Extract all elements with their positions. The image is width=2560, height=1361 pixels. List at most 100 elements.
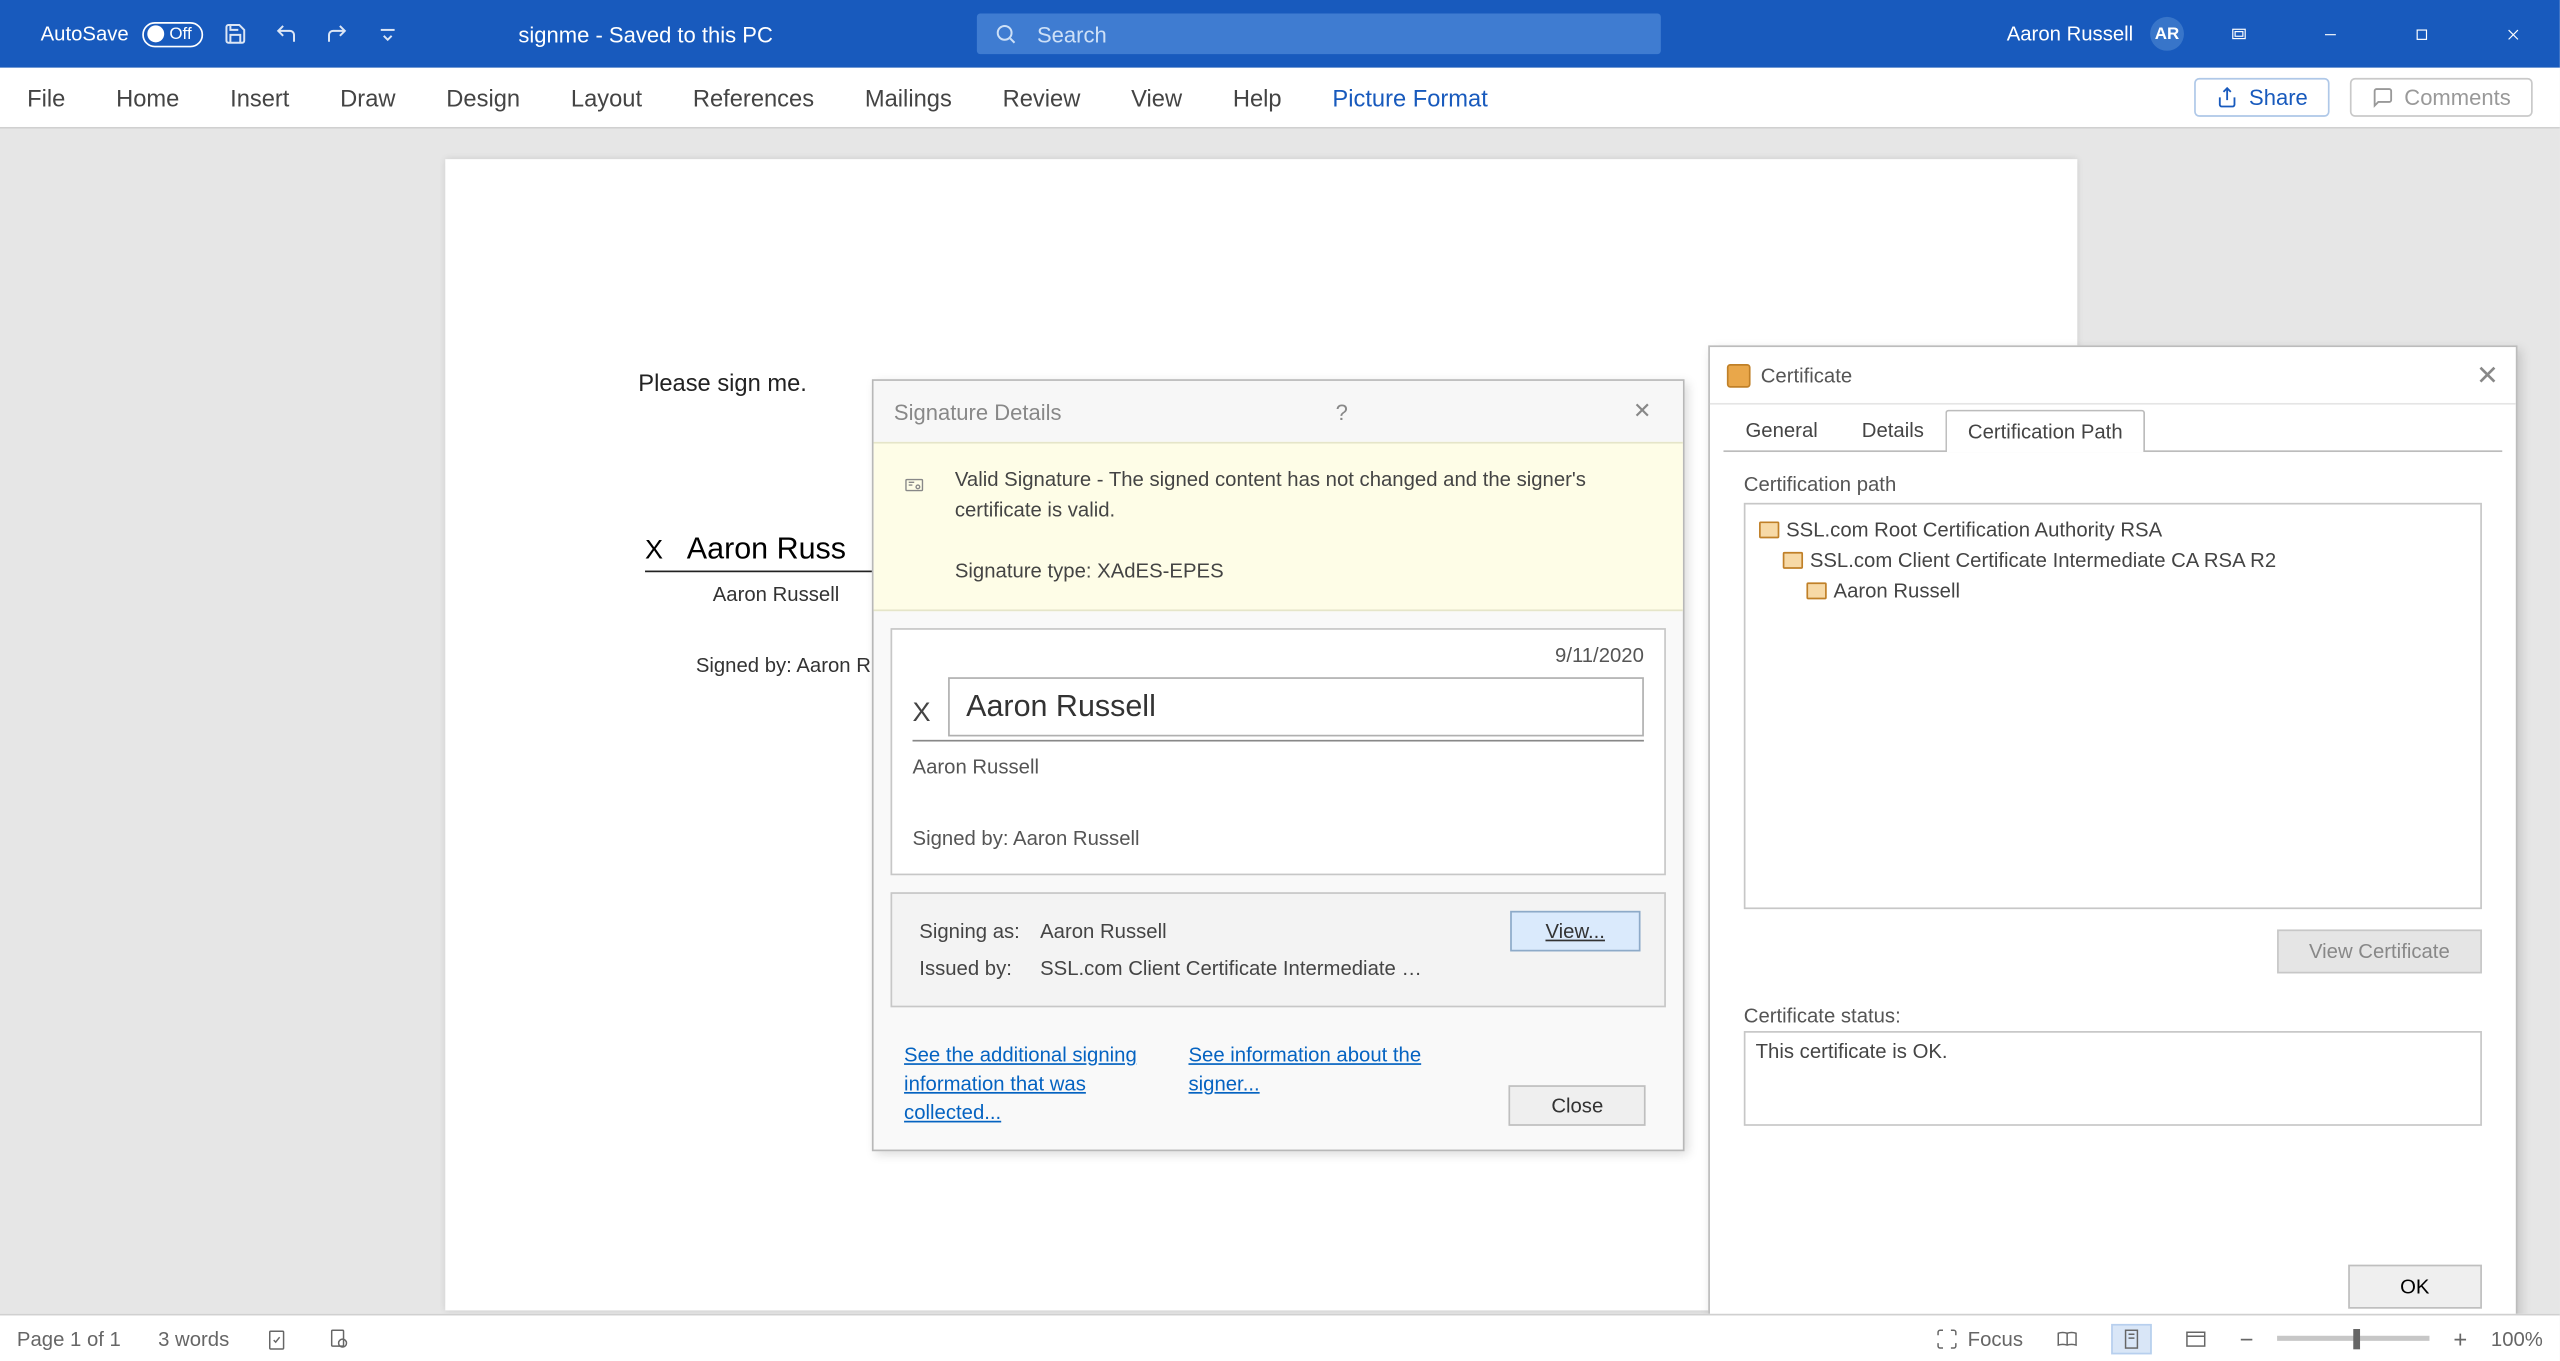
share-label: Share [2249,85,2308,110]
certificate-dialog: Certificate ✕ General Details Certificat… [1708,345,2517,1337]
tab-design[interactable]: Design [446,84,520,111]
valid-signature-text: Valid Signature - The signed content has… [955,464,1653,525]
tab-file[interactable]: File [27,84,65,111]
certificate-node-icon [1783,552,1803,569]
valid-signature-banner: Valid Signature - The signed content has… [874,442,1683,611]
save-icon[interactable] [217,15,254,52]
tab-references[interactable]: References [693,84,814,111]
tab-mailings[interactable]: Mailings [865,84,952,111]
tab-review[interactable]: Review [1003,84,1081,111]
signature-name: Aaron Russ [687,532,846,568]
signature-printed-name: Aaron Russell [913,755,1644,779]
certificate-node-icon [1759,521,1779,538]
ribbon-display-options-icon[interactable] [2201,10,2275,57]
status-page[interactable]: Page 1 of 1 [17,1326,121,1350]
cert-tab-details[interactable]: Details [1840,408,1946,450]
dialog-help-icon[interactable]: ? [1321,399,1362,424]
dialog-close-icon[interactable]: ✕ [2476,358,2499,392]
tab-picture-format[interactable]: Picture Format [1332,84,1487,111]
print-layout-icon[interactable] [2111,1323,2152,1353]
signing-info-box: Signing as: Aaron Russell Issued by: SSL… [891,892,1666,1007]
comments-label: Comments [2404,85,2510,110]
tree-item-root[interactable]: SSL.com Root Certification Authority RSA [1759,515,2467,545]
signature-x-mark: X [645,537,663,567]
read-mode-icon[interactable] [2047,1323,2088,1353]
account-name[interactable]: Aaron Russell [2007,22,2133,46]
signature-valid-icon [901,474,928,504]
tree-item-leaf[interactable]: Aaron Russell [1806,576,2466,606]
status-bar: Page 1 of 1 3 words Focus − + 100% [0,1314,2560,1361]
redo-icon[interactable] [319,15,356,52]
maximize-icon[interactable] [2384,10,2458,57]
document-title: signme - Saved to this PC [518,21,772,46]
signature-date: 9/11/2020 [913,643,1644,667]
search-input[interactable]: Search [976,14,1660,55]
signing-as-label: Signing as: [919,914,1036,948]
certification-path-label: Certification path [1744,472,2482,496]
tab-home[interactable]: Home [116,84,179,111]
tree-item-intermediate[interactable]: SSL.com Client Certificate Intermediate … [1783,545,2467,575]
signature-underline [913,740,1644,742]
share-button[interactable]: Share [2195,78,2330,117]
page-prompt-text: Please sign me. [638,369,807,396]
tab-layout[interactable]: Layout [571,84,642,111]
minimize-icon[interactable] [2292,10,2366,57]
tab-help[interactable]: Help [1233,84,1282,111]
issued-by-label: Issued by: [919,951,1036,985]
zoom-out-button[interactable]: − [2240,1325,2254,1352]
cert-tab-general[interactable]: General [1723,408,1839,450]
certificate-status-text: This certificate is OK. [1756,1040,1948,1064]
tab-draw[interactable]: Draw [340,84,395,111]
focus-mode-button[interactable]: Focus [1935,1326,2023,1350]
spelling-check-icon[interactable] [267,1326,291,1350]
cert-tab-certification-path[interactable]: Certification Path [1946,410,2145,452]
comment-icon [2372,86,2394,108]
zoom-slider[interactable] [2277,1336,2429,1341]
share-icon [2217,86,2239,108]
ok-button[interactable]: OK [2348,1265,2482,1309]
zoom-in-button[interactable]: + [2453,1325,2467,1352]
signature-x-mark: X [913,699,931,729]
zoom-level[interactable]: 100% [2491,1326,2543,1350]
autosave-label: AutoSave [41,22,129,46]
dialog-close-icon[interactable]: ✕ [1622,398,1663,425]
signing-as-value: Aaron Russell [1040,914,1446,948]
tab-insert[interactable]: Insert [230,84,289,111]
certificate-dialog-title: Certificate [1761,363,1852,387]
view-certificate-button[interactable]: View Certificate [2277,929,2482,973]
document-area: Please sign me. X Aaron Russ Aaron Russe… [0,129,2560,1314]
autosave-toggle[interactable]: Off [142,21,203,46]
close-button[interactable]: Close [1509,1086,1646,1127]
signature-signed-by: Signed by: Aaron Russell [913,826,1644,850]
accessibility-icon[interactable] [327,1326,351,1350]
signature-dialog-title: Signature Details [894,399,1062,424]
ribbon: File Home Insert Draw Design Layout Refe… [0,68,2560,129]
search-placeholder: Search [1037,21,1107,46]
status-word-count[interactable]: 3 words [158,1326,229,1350]
signature-details-dialog: Signature Details ? ✕ Valid Signature - … [872,379,1685,1152]
comments-button[interactable]: Comments [2350,78,2533,117]
web-layout-icon[interactable] [2175,1323,2216,1353]
view-certificate-button[interactable]: View... [1510,911,1641,952]
close-icon[interactable] [2475,10,2549,57]
search-icon [993,22,1017,46]
certificate-tabs: General Details Certification Path [1723,408,2502,452]
avatar[interactable]: AR [2150,17,2184,51]
tab-view[interactable]: View [1131,84,1182,111]
undo-icon[interactable] [268,15,305,52]
zoom-slider-thumb[interactable] [2353,1329,2360,1349]
certificate-status-box: This certificate is OK. [1744,1031,2482,1126]
certificate-node-icon [1806,582,1826,599]
customize-qat-icon[interactable] [369,15,406,52]
certificate-icon [1727,363,1751,387]
certificate-status-label: Certificate status: [1744,1004,2482,1028]
signature-type-text: Signature type: XAdES-EPES [955,555,1653,585]
signature-name-input[interactable]: Aaron Russell [948,677,1644,736]
title-bar: AutoSave Off signme - Saved to this PC S… [0,0,2560,68]
certification-path-tree[interactable]: SSL.com Root Certification Authority RSA… [1744,503,2482,909]
link-signer-info[interactable]: See information about the signer... [1188,1041,1442,1098]
autosave-state: Off [169,25,191,44]
signature-preview-card: 9/11/2020 X Aaron Russell Aaron Russell … [891,628,1666,875]
issued-by-value: SSL.com Client Certificate Intermediate … [1040,951,1446,985]
link-additional-signing-info[interactable]: See the additional signing information t… [904,1041,1158,1126]
